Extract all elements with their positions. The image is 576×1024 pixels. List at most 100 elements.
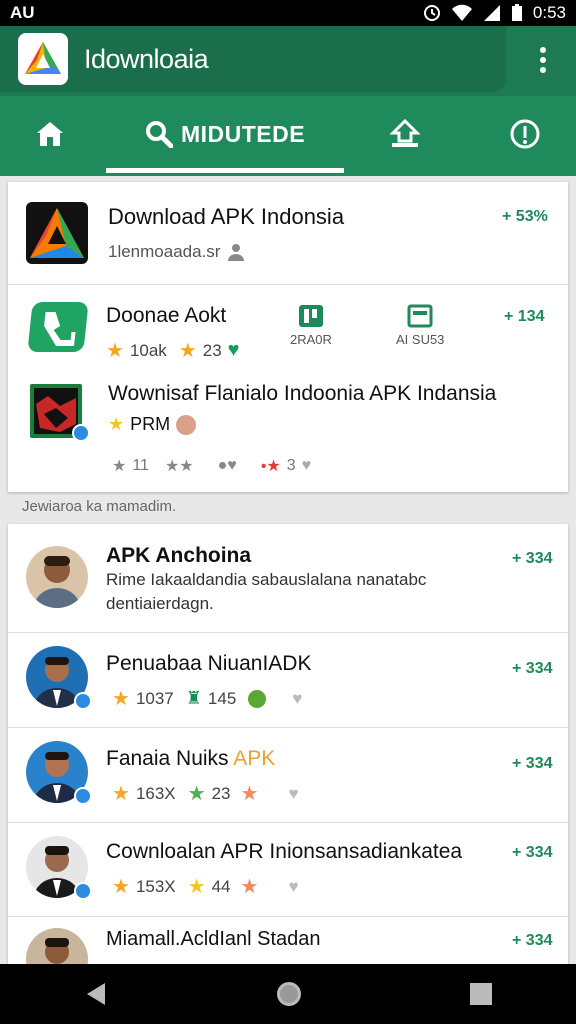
- list-item-badge: + 334: [512, 844, 553, 861]
- list-item-title: Fanaia Nuiks APK: [106, 747, 275, 771]
- list-item-stats: ★ 153X ★ 44 ★ ♥: [112, 874, 299, 899]
- app-logo[interactable]: [18, 33, 68, 85]
- list-item-stat: 145: [207, 688, 237, 708]
- app-list-card: APK Anchoina Rime Iakaaldandia sabauslal…: [8, 524, 568, 964]
- list-item-desc: Rime Iakaaldandia sabauslalana nanatabc: [106, 570, 427, 589]
- list-item-title-text: Fanaia Nuiks: [106, 747, 234, 770]
- app3-sub: ★ PRM: [108, 414, 197, 435]
- tab-search-label: MIDUTEDE: [180, 120, 306, 147]
- globe-icon: [248, 689, 267, 708]
- star-icon: ★: [240, 876, 259, 898]
- person-avatar-icon: [45, 938, 69, 964]
- home-icon: [37, 122, 63, 146]
- back-icon[interactable]: [83, 981, 109, 1007]
- app2-mini-2[interactable]: AI SU53: [396, 304, 444, 347]
- app2-rating2: 23: [202, 340, 222, 360]
- app3-count1: 11: [132, 457, 149, 474]
- app-logo-icon: [25, 42, 61, 74]
- overflow-menu-icon[interactable]: [530, 44, 556, 76]
- list-item-badge: + 334: [512, 755, 553, 772]
- featured-row[interactable]: Download APK Indonsia 1lenmoaada.sr + 53…: [8, 182, 568, 284]
- list-item-stat: 23: [211, 783, 231, 803]
- featured-badge: + 53%: [502, 208, 548, 225]
- tab-bar: MIDUTEDE: [0, 96, 576, 176]
- app2-icon: [27, 302, 89, 352]
- tab-search[interactable]: MIDUTEDE: [106, 96, 344, 172]
- upload-icon: [389, 119, 421, 147]
- app3-count2: 3: [286, 457, 296, 474]
- heart-icon: ♥: [292, 688, 303, 708]
- app3-title: Wownisaf Flanialo Indoonia APK Indansia: [108, 382, 497, 405]
- phone-icon: [44, 312, 76, 346]
- verified-badge-icon: [74, 882, 92, 900]
- list-item[interactable]: Miamall.AcldIanl Stadan + 334: [8, 918, 568, 964]
- carrier-label: AU: [10, 3, 35, 22]
- system-nav-bar: [0, 964, 576, 1024]
- list-item-badge: + 334: [512, 932, 553, 949]
- star-icon: ★: [187, 876, 206, 898]
- app2-title: Doonae Aokt: [106, 304, 227, 327]
- card-icon: [407, 304, 433, 328]
- divider: [8, 727, 568, 728]
- emoji-icon: [176, 414, 197, 435]
- app3-stats: ★ 11 ★★ ●♥ •★ 3 ♥: [112, 456, 311, 476]
- dot-icon: ●♥: [217, 457, 237, 474]
- list-item[interactable]: Cownloalan APR Inionsansadiankatea ★ 153…: [8, 824, 568, 916]
- star-icon: •★: [260, 458, 281, 475]
- tab-indicator: [106, 168, 344, 173]
- list-item-title-highlight: APK: [233, 747, 276, 770]
- avatar: [26, 928, 88, 964]
- list-item-stats: ★ 1037 ♜ 145 ♥: [112, 686, 302, 711]
- list-item-title: APK Anchoina: [106, 544, 252, 567]
- featured-subtitle: 1lenmoaada.sr: [108, 242, 221, 261]
- app2-badge: + 134: [504, 308, 545, 325]
- app2-mini-label-1: 2RA0R: [290, 332, 332, 347]
- heart-icon: ♥: [288, 876, 299, 896]
- app2-mini-1[interactable]: 2RA0R: [290, 304, 332, 347]
- app-row-wownisaf[interactable]: Wownisaf Flanialo Indoonia APK Indansia …: [8, 372, 568, 488]
- star-icon: ★: [178, 340, 197, 362]
- list-item-stat: 163X: [135, 783, 176, 803]
- triangle-logo-icon: [30, 208, 84, 258]
- list-item[interactable]: APK Anchoina Rime Iakaaldandia sabauslal…: [8, 524, 568, 632]
- star-icon: ★: [240, 783, 259, 805]
- star-icon: ★: [112, 688, 130, 710]
- person-avatar-icon: [34, 556, 80, 608]
- verified-badge-icon: [72, 424, 90, 442]
- verified-badge-icon: [74, 787, 92, 805]
- status-bar: AU 0:53: [0, 0, 576, 26]
- app-title: Idownloaia: [84, 44, 209, 74]
- divider: [8, 284, 568, 285]
- recents-icon[interactable]: [469, 982, 493, 1006]
- app2-stats: ★ 10ak ★ 23 ♥: [106, 338, 240, 363]
- tab-upload[interactable]: [360, 96, 450, 172]
- featured-app-icon: [26, 202, 88, 264]
- list-item-stat: 44: [211, 876, 231, 896]
- app2-rating: 10ak: [129, 340, 167, 360]
- star-icon: ★: [112, 876, 130, 898]
- list-item-title: Miamall.AcldIanl Stadan: [106, 928, 321, 950]
- tab-home[interactable]: [0, 96, 100, 172]
- app-row-doonae[interactable]: Doonae Aokt ★ 10ak ★ 23 ♥ 2RA0R AI SU53 …: [8, 286, 568, 370]
- divider: [8, 632, 568, 633]
- list-item-stats: ★ 163X ★ 23 ★ ♥: [112, 781, 299, 806]
- wifi-icon: [451, 4, 472, 21]
- app2-mini-label-2: AI SU53: [396, 332, 445, 347]
- battery-icon: [511, 4, 522, 21]
- star-icon: ★: [106, 340, 124, 362]
- list-item-badge: + 334: [512, 550, 553, 567]
- list-item-title: Penuabaa NiuanIADK: [106, 652, 312, 675]
- list-item-desc: dentiaierdagn.: [106, 594, 214, 613]
- star-icon: ★: [187, 783, 206, 805]
- alarm-icon: [423, 5, 440, 21]
- heart-icon: ♥: [227, 339, 240, 361]
- featured-card: Download APK Indonsia 1lenmoaada.sr + 53…: [8, 182, 568, 492]
- heart-icon: ♥: [288, 783, 299, 803]
- tab-info[interactable]: [480, 96, 570, 172]
- list-item[interactable]: Penuabaa NiuanIADK ★ 1037 ♜ 145 ♥ + 334: [8, 634, 568, 726]
- app-bar: Idownloaia: [0, 26, 576, 96]
- star-icon: ★: [112, 783, 130, 805]
- clock: 0:53: [532, 3, 566, 22]
- list-item[interactable]: Fanaia Nuiks APK ★ 163X ★ 23 ★ ♥ + 334: [8, 729, 568, 821]
- home-button-icon[interactable]: [275, 980, 303, 1008]
